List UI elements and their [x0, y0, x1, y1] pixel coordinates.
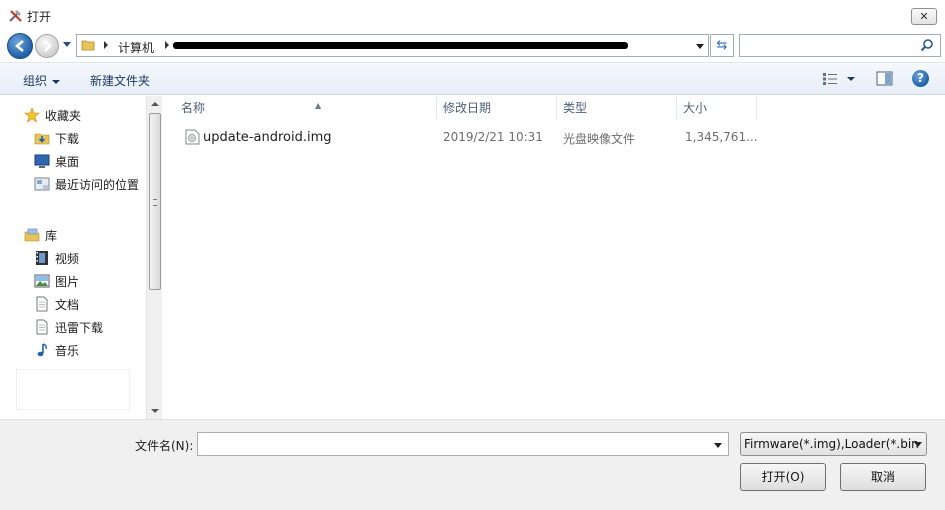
recent-places-icon: [34, 177, 50, 191]
forward-button[interactable]: [35, 34, 59, 58]
column-header-type[interactable]: 类型: [557, 96, 677, 120]
video-icon: [36, 251, 48, 265]
nav-label: 文档: [55, 297, 80, 312]
sort-ascending-icon: ▲: [315, 101, 322, 110]
column-name-label: 名称: [181, 101, 206, 115]
filename-input[interactable]: [197, 432, 729, 456]
search-icon[interactable]: [920, 38, 934, 52]
chevron-down-icon[interactable]: [714, 443, 722, 448]
disc-image-file-icon: [185, 129, 200, 145]
nav-label: 库: [45, 228, 58, 243]
file-dialog-footer: 文件名(N): Firmware(*.img),Loader(*.bin 打开(…: [0, 419, 945, 510]
nav-thunder-downloads[interactable]: 迅雷下载: [34, 317, 103, 337]
nav-label: 音乐: [55, 343, 80, 358]
help-icon[interactable]: ?: [912, 70, 929, 87]
nav-music[interactable]: 音乐: [34, 340, 79, 360]
cancel-button[interactable]: 取消: [840, 463, 926, 491]
window-title: 打开: [27, 10, 52, 24]
forward-arrow-icon: [44, 40, 52, 52]
scroll-down-icon[interactable]: [151, 409, 159, 413]
breadcrumb-chevron-icon[interactable]: [104, 41, 108, 49]
blank-panel: [16, 369, 130, 410]
column-header-name[interactable]: ▲ 名称: [175, 96, 437, 120]
nav-label: 下载: [55, 131, 80, 146]
scroll-up-icon[interactable]: [151, 102, 159, 106]
refresh-icon: ⇆: [716, 38, 728, 53]
file-type-filter[interactable]: Firmware(*.img),Loader(*.bin: [740, 432, 927, 456]
nav-downloads[interactable]: 下载: [34, 128, 79, 148]
address-dropdown-icon[interactable]: [696, 44, 704, 49]
filename-label: 文件名(N):: [135, 439, 194, 453]
nav-recent-places[interactable]: 最近访问的位置: [34, 174, 139, 194]
close-icon: ✕: [919, 10, 929, 23]
breadcrumb-computer[interactable]: 计算机: [118, 39, 154, 56]
nav-videos[interactable]: 视频: [34, 248, 79, 268]
back-button[interactable]: [7, 33, 33, 59]
file-list: ▲ 名称 修改日期 类型 大小 update-android.img 2019/…: [163, 96, 945, 419]
picture-icon: [34, 274, 50, 288]
close-button[interactable]: ✕: [911, 8, 937, 25]
title-bar: 打开 ✕: [0, 0, 945, 31]
command-bar: 组织 新建文件夹 ?: [0, 62, 945, 95]
refresh-button[interactable]: ⇆: [710, 34, 734, 57]
nav-favorites[interactable]: 收藏夹: [24, 105, 81, 125]
chevron-down-icon: [52, 79, 61, 84]
document-icon: [36, 296, 48, 312]
organize-label: 组织: [23, 74, 48, 88]
back-arrow-icon: [15, 40, 24, 52]
nav-label: 迅雷下载: [55, 320, 104, 335]
grip-icon: [153, 199, 157, 206]
star-icon: [24, 107, 40, 123]
download-folder-icon: [34, 133, 50, 145]
address-row: 计算机 ⇆: [0, 31, 945, 61]
nav-libraries[interactable]: 库: [24, 225, 57, 245]
file-size: 1,345,761...: [685, 130, 758, 144]
nav-pictures[interactable]: 图片: [34, 271, 79, 291]
nav-label: 最近访问的位置: [55, 177, 140, 192]
file-date: 2019/2/21 10:31: [443, 130, 543, 144]
file-type: 光盘映像文件: [563, 132, 636, 146]
chevron-down-icon[interactable]: [914, 442, 922, 447]
tools-icon: [9, 10, 22, 22]
nav-label: 图片: [55, 274, 80, 289]
organize-menu[interactable]: 组织: [23, 72, 61, 89]
nav-label: 收藏夹: [45, 108, 82, 123]
view-dropdown-icon[interactable]: [847, 77, 855, 81]
navigation-scrollbar[interactable]: [146, 96, 162, 419]
recent-pages-dropdown[interactable]: [63, 42, 71, 47]
library-icon: [24, 228, 40, 242]
file-name[interactable]: update-android.img: [203, 130, 332, 145]
open-button[interactable]: 打开(O): [740, 463, 826, 491]
music-icon: [37, 343, 47, 357]
new-folder-button[interactable]: 新建文件夹: [90, 72, 150, 89]
navigation-pane: 收藏夹 下载 桌面 最近访问的位置 库 视频 图片 文档 迅雷下载 音乐: [0, 96, 162, 419]
file-type-filter-value: Firmware(*.img),Loader(*.bin: [744, 437, 919, 451]
column-header-size[interactable]: 大小: [677, 96, 757, 120]
folder-icon: [81, 40, 95, 51]
thunder-download-icon: [36, 319, 48, 335]
column-header-date[interactable]: 修改日期: [437, 96, 557, 120]
breadcrumb-chevron-icon[interactable]: [165, 41, 169, 49]
nav-label: 视频: [55, 251, 80, 266]
search-input[interactable]: [739, 34, 941, 57]
nav-label: 桌面: [55, 154, 80, 169]
address-bar[interactable]: 计算机: [76, 34, 709, 57]
desktop-icon: [34, 154, 50, 168]
redacted-path: [173, 42, 628, 49]
scroll-thumb[interactable]: [149, 113, 161, 290]
preview-pane-icon[interactable]: [876, 71, 893, 86]
nav-documents[interactable]: 文档: [34, 294, 79, 314]
nav-desktop[interactable]: 桌面: [34, 151, 79, 171]
file-row[interactable]: update-android.img 2019/2/21 10:31 光盘映像文…: [163, 126, 763, 148]
view-options-icon[interactable]: [822, 72, 838, 86]
